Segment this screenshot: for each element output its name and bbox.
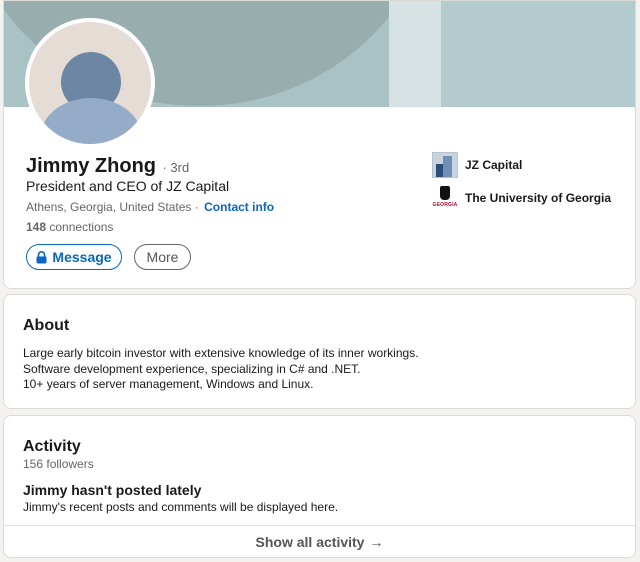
location-row: Athens, Georgia, United States · Contact… [26, 200, 274, 214]
avatar[interactable] [25, 18, 155, 148]
about-card: About Large early bitcoin investor with … [3, 294, 636, 409]
name-row: Jimmy Zhong · 3rd [26, 155, 189, 178]
activity-title: Activity [23, 438, 81, 455]
separator-dot: · [194, 200, 199, 214]
profile-top-card: Jimmy Zhong · 3rd President and CEO of J… [3, 0, 636, 289]
company-name: JZ Capital [465, 158, 523, 172]
empty-activity-subtitle: Jimmy's recent posts and comments will b… [23, 500, 339, 514]
about-line: Large early bitcoin investor with extens… [23, 346, 419, 360]
school-logo: GEORGIA [432, 185, 458, 211]
more-button[interactable]: More [134, 244, 191, 270]
school-logo-text: GEORGIA [432, 202, 458, 208]
about-text: Large early bitcoin investor with extens… [23, 346, 419, 393]
activity-card: Activity 156 followers Jimmy hasn't post… [3, 415, 636, 558]
empty-activity-title: Jimmy hasn't posted lately [23, 482, 202, 498]
show-all-activity-label: Show all activity [255, 534, 365, 550]
about-title: About [23, 317, 70, 334]
company-logo [432, 152, 458, 178]
connections-label: connections [49, 220, 114, 234]
profile-name: Jimmy Zhong [26, 155, 157, 177]
profile-location: Athens, Georgia, United States [26, 200, 192, 214]
followers-count: 156 followers [23, 457, 94, 471]
school-name: The University of Georgia [465, 191, 612, 205]
more-button-label: More [146, 249, 179, 265]
lock-icon [36, 250, 47, 263]
connection-degree: · 3rd [162, 160, 190, 175]
current-company-link[interactable]: JZ Capital [432, 152, 522, 178]
connections-number: 148 [26, 220, 47, 234]
education-link[interactable]: GEORGIA The University of Georgia [432, 185, 611, 211]
about-line: Software development experience, special… [23, 361, 361, 376]
message-button-label: Message [52, 249, 112, 265]
arrow-right-icon: → [369, 534, 384, 550]
contact-info-link[interactable]: Contact info [204, 200, 274, 214]
about-line: 10+ years of server management, Windows … [23, 377, 314, 391]
profile-headline: President and CEO of JZ Capital [26, 178, 230, 194]
connections-count[interactable]: 148 connections [26, 220, 113, 234]
message-button[interactable]: Message [26, 244, 122, 270]
show-all-activity-button[interactable]: Show all activity → [4, 525, 635, 557]
